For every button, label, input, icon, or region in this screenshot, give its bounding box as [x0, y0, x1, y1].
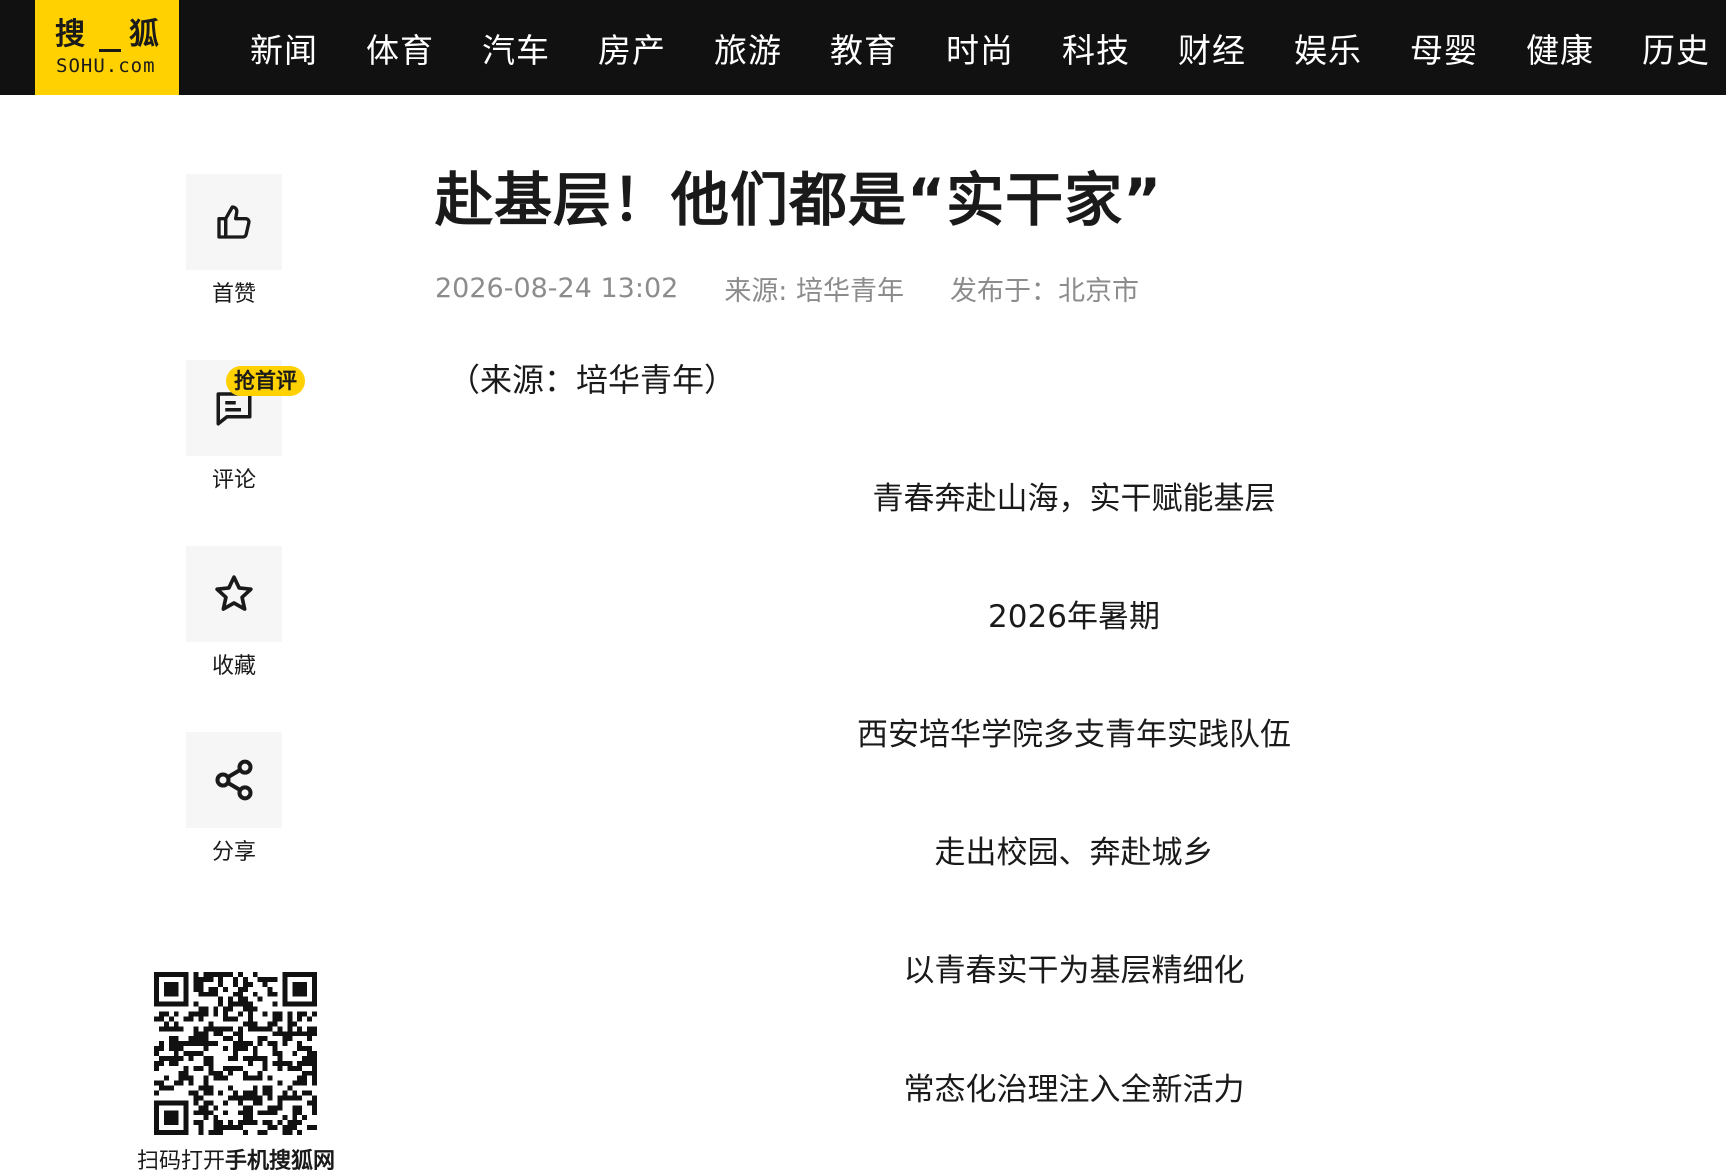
nav-item-maternity[interactable]: 母婴: [1410, 24, 1478, 72]
article-paragraph: 西安培华学院多支青年实践队伍: [857, 717, 1291, 753]
nav-item-fashion[interactable]: 时尚: [946, 24, 1014, 72]
article-paragraph: 以青春实干为基层精细化: [903, 953, 1245, 989]
qr-caption-bold: 手机搜狐网: [225, 1149, 336, 1174]
page: 搜 狐 SOHU.com 新闻 体育 汽车 房产 旅游 教育 时尚 科技 财经 …: [0, 0, 1726, 1176]
logo-cn-left: 搜: [55, 17, 85, 52]
article-paragraph: 常态化治理注入全新活力: [903, 1072, 1245, 1108]
share-label: 分享: [211, 840, 256, 865]
nav-item-entertainment[interactable]: 娱乐: [1294, 24, 1362, 72]
comment-action[interactable]: 抢首评 评论: [186, 360, 305, 496]
share-action[interactable]: 分享: [186, 732, 282, 868]
nav-item-realestate[interactable]: 房产: [598, 24, 666, 72]
publish-location: 发布于：北京市: [950, 275, 1139, 307]
article-paragraph: 2026年暑期: [988, 599, 1160, 635]
channel-nav: 新闻 体育 汽车 房产 旅游 教育 时尚 科技 财经 娱乐 母婴 健康 历史 军…: [250, 0, 1726, 95]
nav-item-sports[interactable]: 体育: [366, 24, 434, 72]
star-icon: [215, 575, 253, 611]
nav-item-news[interactable]: 新闻: [250, 24, 318, 72]
logo-divider: [99, 49, 121, 52]
article-paragraph: 青春奔赴山海，实干赋能基层: [872, 481, 1276, 517]
sohu-logo[interactable]: 搜 狐 SOHU.com: [35, 0, 179, 95]
like-action[interactable]: 首赞: [186, 174, 282, 310]
like-button[interactable]: [186, 174, 282, 270]
logo-en-text: SOHU.com: [56, 55, 156, 77]
like-label: 首赞: [211, 282, 256, 307]
logo-cn-right: 狐: [129, 17, 159, 52]
article-title: 赴基层！他们都是“实干家”: [435, 166, 1163, 234]
share-icon: [215, 759, 253, 801]
favorite-button[interactable]: [186, 546, 282, 642]
favorite-label: 收藏: [211, 654, 256, 679]
thumbs-up-icon: [217, 205, 251, 239]
nav-item-history[interactable]: 历史: [1642, 24, 1710, 72]
source-note: （来源：培华青年）: [448, 361, 737, 399]
comment-button[interactable]: 抢首评: [186, 360, 305, 456]
publish-datetime: 2026-08-24 13:02: [435, 272, 679, 304]
share-button[interactable]: [186, 732, 282, 828]
nav-item-education[interactable]: 教育: [830, 24, 898, 72]
qr-code-image: [154, 972, 317, 1135]
article-meta: 2026-08-24 13:02 来源: 培华青年 发布于：北京市: [435, 268, 1185, 308]
qr-caption: 扫码打开手机搜狐网: [120, 1148, 352, 1176]
article-source[interactable]: 来源: 培华青年: [724, 269, 904, 308]
nav-item-auto[interactable]: 汽车: [482, 24, 550, 72]
favorite-action[interactable]: 收藏: [186, 546, 282, 682]
first-comment-badge[interactable]: 抢首评: [226, 366, 305, 396]
logo-cn-text: 搜 狐: [55, 18, 159, 52]
nav-item-health[interactable]: 健康: [1526, 24, 1594, 72]
comment-label: 评论: [211, 468, 256, 493]
article-paragraph: 走出校园、奔赴城乡: [934, 835, 1214, 871]
qr-caption-prefix: 扫码打开: [136, 1149, 225, 1174]
nav-item-travel[interactable]: 旅游: [714, 24, 782, 72]
nav-item-finance[interactable]: 财经: [1178, 24, 1246, 72]
nav-item-tech[interactable]: 科技: [1062, 24, 1130, 72]
top-nav-bar: 搜 狐 SOHU.com 新闻 体育 汽车 房产 旅游 教育 时尚 科技 财经 …: [0, 0, 1726, 95]
